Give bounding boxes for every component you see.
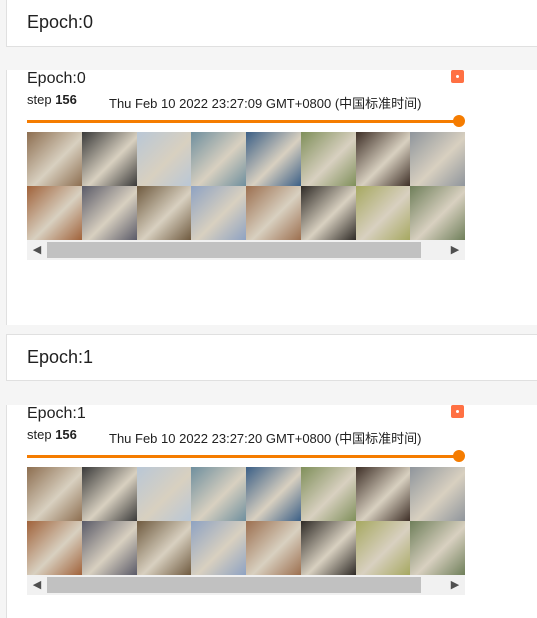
slider-thumb[interactable] xyxy=(453,115,465,127)
settings-icon[interactable] xyxy=(451,405,464,418)
image-tile-horse xyxy=(355,467,411,521)
image-tile-cat xyxy=(27,521,82,575)
timestamp: Thu Feb 10 2022 23:27:20 GMT+0800 (中国标准时… xyxy=(109,431,422,446)
section-header-1: Epoch:1 xyxy=(6,334,537,381)
horizontal-scrollbar[interactable]: ◀ ▶ xyxy=(27,575,465,595)
card-title: Epoch:1 xyxy=(27,405,86,422)
slider-track xyxy=(27,455,459,458)
image-tile-airplane xyxy=(410,467,465,521)
scrollbar-thumb[interactable] xyxy=(47,242,421,258)
scroll-left-icon[interactable]: ◀ xyxy=(27,240,47,260)
scroll-right-icon[interactable]: ▶ xyxy=(445,240,465,260)
image-tile-airplane xyxy=(191,467,246,521)
image-tile-horse xyxy=(355,132,411,186)
image-tile-dog xyxy=(81,467,137,521)
image-tile-ship xyxy=(136,132,192,186)
image-card-1: Epoch:1 step 156 Thu Feb 10 2022 23:27:2… xyxy=(6,405,537,618)
image-tile-automobile xyxy=(355,521,411,575)
image-grid xyxy=(27,467,465,575)
step-value: 156 xyxy=(55,92,77,107)
settings-icon[interactable] xyxy=(451,70,464,83)
image-tile-dog xyxy=(81,132,137,186)
image-tile-dog xyxy=(300,521,356,575)
image-tile-dog xyxy=(246,186,301,240)
image-tile-horse xyxy=(410,521,465,575)
image-tile-ship xyxy=(136,467,192,521)
slider-thumb[interactable] xyxy=(453,450,465,462)
image-card-0: Epoch:0 step 156 Thu Feb 10 2022 23:27:0… xyxy=(6,70,537,325)
step-label: step 156 xyxy=(27,92,77,107)
image-tile-ship xyxy=(191,521,246,575)
image-tile-cat xyxy=(136,521,192,575)
horizontal-scrollbar[interactable]: ◀ ▶ xyxy=(27,240,465,260)
scroll-right-icon[interactable]: ▶ xyxy=(445,575,465,595)
image-tile-dog xyxy=(81,186,137,240)
card-title: Epoch:0 xyxy=(27,70,86,87)
image-tile-horse xyxy=(410,186,465,240)
image-tile-cat xyxy=(27,186,82,240)
section-title: Epoch:1 xyxy=(27,347,94,367)
image-tile-cat xyxy=(136,186,192,240)
image-tile-deer xyxy=(300,467,356,521)
image-tile-dog xyxy=(300,186,356,240)
section-title: Epoch:0 xyxy=(27,12,94,32)
image-tile-dog xyxy=(27,132,82,186)
image-tile-dog xyxy=(81,521,137,575)
image-tile-airplane xyxy=(191,132,246,186)
image-grid xyxy=(27,132,465,240)
step-slider[interactable] xyxy=(27,450,465,464)
image-tile-ship xyxy=(191,186,246,240)
section-header-0: Epoch:0 xyxy=(6,0,537,47)
step-label: step 156 xyxy=(27,427,77,442)
timestamp: Thu Feb 10 2022 23:27:09 GMT+0800 (中国标准时… xyxy=(109,96,422,111)
step-value: 156 xyxy=(55,427,77,442)
image-tile-airplane xyxy=(410,132,465,186)
scrollbar-thumb[interactable] xyxy=(47,577,421,593)
image-tile-automobile xyxy=(355,186,411,240)
image-tile-dog xyxy=(246,521,301,575)
image-tile-deer xyxy=(300,132,356,186)
slider-track xyxy=(27,120,459,123)
image-tile-ship xyxy=(246,132,301,186)
step-slider[interactable] xyxy=(27,115,465,129)
scroll-left-icon[interactable]: ◀ xyxy=(27,575,47,595)
image-tile-ship xyxy=(246,467,301,521)
image-tile-dog xyxy=(27,467,82,521)
